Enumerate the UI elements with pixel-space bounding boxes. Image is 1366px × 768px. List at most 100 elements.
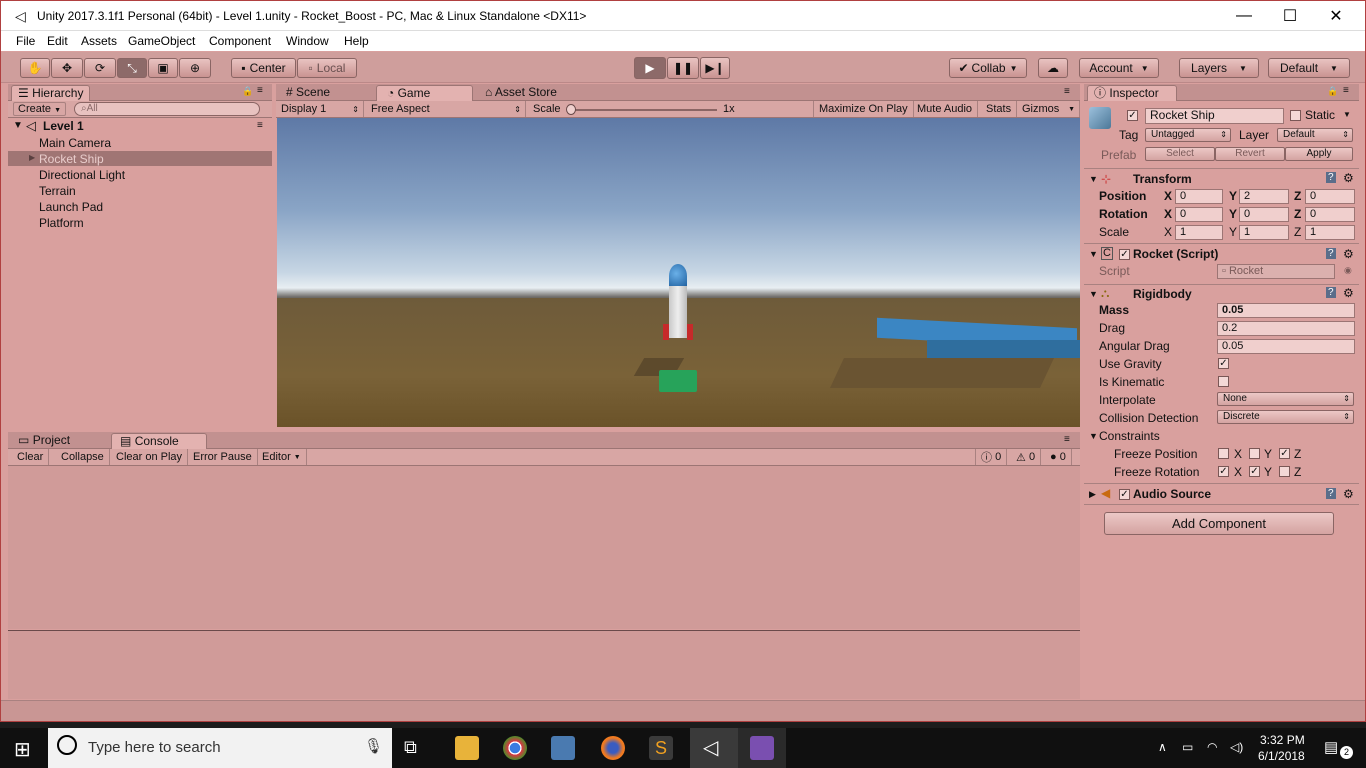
task-view-icon[interactable]: ⧉ [404,737,417,758]
expand-arrow-icon[interactable]: ▼ [1089,249,1098,259]
angular-drag-field[interactable]: 0.05 [1217,339,1355,354]
pivot-center-button[interactable]: ▪ Center [231,58,296,78]
layout-dropdown[interactable]: Default ▼ [1268,58,1350,78]
freeze-position-x-checkbox[interactable] [1218,448,1229,459]
tab-scene[interactable]: # Scene [281,85,335,101]
microphone-icon[interactable]: 🎙 [364,737,383,755]
scale-tool-icon[interactable]: ⤡ [117,58,147,78]
tray-chevron-up-icon[interactable]: ∧ [1158,740,1167,754]
scale-z-field[interactable]: 1 [1305,225,1355,240]
battery-icon[interactable]: ▭ [1182,740,1193,754]
hand-tool-icon[interactable]: ✋ [20,58,50,78]
help-icon[interactable]: ? [1326,248,1336,259]
layer-dropdown[interactable]: Default ⇕ [1277,128,1353,142]
pause-button[interactable]: ❚❚ [667,57,699,79]
scene-menu-icon[interactable]: ≡ [257,120,263,131]
scale-x-field[interactable]: 1 [1175,225,1223,240]
menu-help[interactable]: Help [344,34,369,48]
gizmos-dropdown[interactable]: Gizmos ▼ [1017,101,1080,117]
tab-hierarchy[interactable]: ☰ Hierarchy [11,85,91,101]
unity-app-icon[interactable]: ◁ [703,735,718,760]
static-checkbox[interactable] [1290,110,1301,121]
expand-arrow-icon[interactable]: ▼ [1089,174,1098,184]
prefab-select-button[interactable]: Select [1145,147,1215,161]
tab-inspector[interactable]: ⓘ Inspector [1087,85,1177,101]
rotation-x-field[interactable]: 0 [1175,207,1223,222]
console-error-pause-button[interactable]: Error Pause [188,449,258,465]
tab-console[interactable]: ▤ Console [111,433,207,449]
freeze-rotation-z-checkbox[interactable] [1279,466,1290,477]
script-enabled-checkbox[interactable]: ✓ [1119,249,1130,260]
expand-arrow-icon[interactable]: ▼ [13,120,23,131]
hierarchy-item-directional-light[interactable]: Directional Light [39,168,125,182]
visual-studio-icon[interactable] [750,736,774,760]
menu-file[interactable]: File [16,34,35,48]
menu-window[interactable]: Window [286,34,329,48]
help-icon[interactable]: ? [1326,287,1336,298]
position-z-field[interactable]: 0 [1305,189,1355,204]
notification-icon[interactable]: ▤ [1324,738,1338,756]
close-button[interactable]: ✕ [1313,1,1359,31]
scale-y-field[interactable]: 1 [1239,225,1289,240]
gear-icon[interactable]: ⚙ [1343,171,1354,185]
sublime-text-icon[interactable]: S [649,736,673,760]
create-dropdown[interactable]: Create ▼ [13,102,67,116]
warn-count-toggle[interactable]: ⚠ 0 [1011,449,1042,465]
rotation-y-field[interactable]: 0 [1239,207,1289,222]
console-collapse-button[interactable]: Collapse [56,449,110,465]
play-button[interactable]: ▶ [634,57,666,79]
volume-icon[interactable]: ◁) [1230,740,1243,754]
panel-menu-icon[interactable]: ≡ [1343,85,1349,96]
mass-field[interactable]: 0.05 [1217,303,1355,318]
menu-edit[interactable]: Edit [47,34,68,48]
minimize-button[interactable]: — [1221,1,1267,31]
hierarchy-item-main-camera[interactable]: Main Camera [39,136,111,150]
taskbar-search-box[interactable]: Type here to search 🎙 [48,728,392,768]
mute-audio-toggle[interactable]: Mute Audio [912,101,979,117]
hierarchy-item-launch-pad[interactable]: Launch Pad [39,200,103,214]
scene-name[interactable]: Level 1 [43,119,84,133]
display-dropdown[interactable]: Display 1 ⇕ [276,101,364,117]
panel-menu-icon[interactable]: ≡ [257,85,263,96]
tag-dropdown[interactable]: Untagged ⇕ [1145,128,1231,142]
move-tool-icon[interactable]: ✥ [51,58,83,78]
add-component-button[interactable]: Add Component [1104,512,1334,535]
game-viewport[interactable] [277,118,1080,427]
collapse-arrow-icon[interactable]: ▶ [1089,489,1096,500]
clock-date[interactable]: 6/1/2018 [1258,749,1305,763]
firefox-icon[interactable] [601,736,625,760]
cloud-icon[interactable]: ☁ [1038,58,1068,78]
step-button[interactable]: ▶❙ [700,57,730,79]
console-clear-button[interactable]: Clear [12,449,50,465]
hierarchy-item-platform[interactable]: Platform [39,216,84,230]
aspect-dropdown[interactable]: Free Aspect ⇕ [366,101,526,117]
gear-icon[interactable]: ⚙ [1343,487,1354,501]
tab-game[interactable]: ◔ Game [376,85,473,101]
scale-slider-thumb[interactable] [566,104,576,115]
panel-menu-icon[interactable]: ≡ [1064,86,1070,97]
lock-icon[interactable]: 🔒 [1327,86,1338,97]
hierarchy-search-input[interactable]: ⌕All [74,102,260,116]
menu-assets[interactable]: Assets [81,34,117,48]
pivot-local-button[interactable]: ▫ Local [297,58,357,78]
maximize-button[interactable]: ☐ [1267,1,1313,31]
freeze-position-z-checkbox[interactable]: ✓ [1279,448,1290,459]
clock-time[interactable]: 3:32 PM [1260,733,1305,747]
console-editor-dropdown[interactable]: Editor ▼ [257,449,307,465]
interpolate-dropdown[interactable]: None ⇕ [1217,392,1354,406]
hierarchy-item-rocket-ship[interactable]: Rocket Ship [39,152,104,166]
expand-arrow-icon[interactable]: ▼ [1089,431,1098,441]
account-dropdown[interactable]: Account ▼ [1079,58,1159,78]
wifi-icon[interactable]: ◠ [1207,740,1217,754]
collision-detection-dropdown[interactable]: Discrete ⇕ [1217,410,1354,424]
gear-icon[interactable]: ⚙ [1343,286,1354,300]
layers-dropdown[interactable]: Layers ▼ [1179,58,1259,78]
hierarchy-item-terrain[interactable]: Terrain [39,184,76,198]
virtualbox-icon[interactable] [551,736,575,760]
chrome-icon[interactable] [503,736,527,760]
prefab-revert-button[interactable]: Revert [1215,147,1285,161]
freeze-rotation-y-checkbox[interactable]: ✓ [1249,466,1260,477]
chevron-down-icon[interactable]: ▼ [1343,110,1351,119]
tab-asset-store[interactable]: ⌂ Asset Store [481,85,561,101]
menu-component[interactable]: Component [209,34,271,48]
